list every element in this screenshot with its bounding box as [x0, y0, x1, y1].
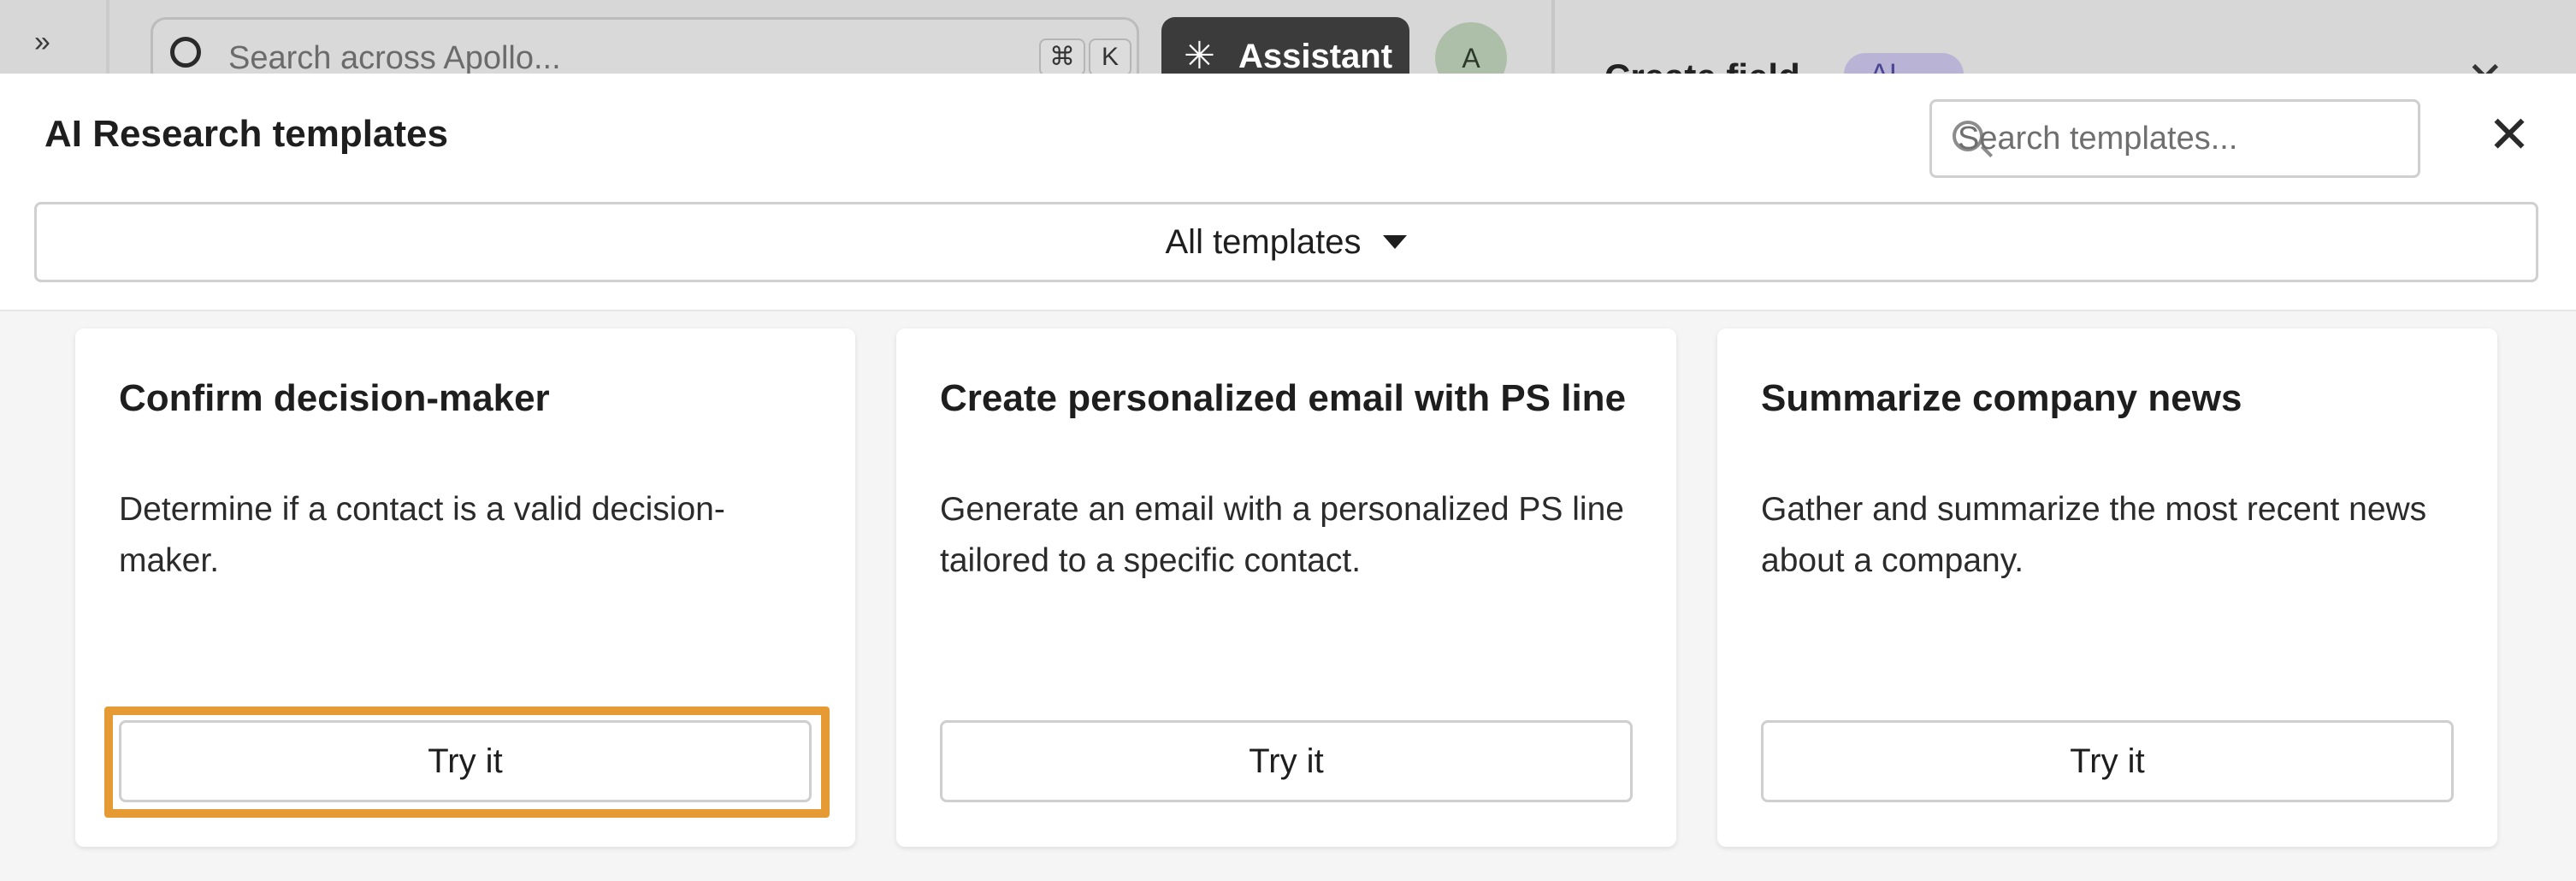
template-search-field[interactable] — [1929, 99, 2420, 178]
template-card-confirm-decision-maker: Confirm decision-maker Determine if a co… — [75, 328, 855, 847]
template-card-summarize-company-news: Summarize company news Gather and summar… — [1717, 328, 2497, 847]
templates-modal: AI Research templates ✕ All templates Co… — [0, 74, 2576, 881]
template-card-personalized-email: Create personalized email with PS line G… — [896, 328, 1676, 847]
close-icon[interactable]: ✕ — [2484, 109, 2535, 161]
card-description: Determine if a contact is a valid decisi… — [119, 491, 725, 579]
dropdown-selected-value: All templates — [1165, 222, 1362, 261]
k-key-hint: K — [1089, 38, 1131, 76]
sidebar-divider — [106, 0, 109, 77]
try-it-button[interactable]: Try it — [119, 720, 812, 802]
try-it-button[interactable]: Try it — [1761, 720, 2454, 802]
assistant-label: Assistant — [1238, 38, 1393, 75]
template-search-input[interactable] — [1958, 102, 2411, 175]
template-category-dropdown[interactable]: All templates — [34, 202, 2538, 282]
global-search-placeholder: Search across Apollo... — [228, 40, 561, 76]
sparkle-icon: ✳ — [1184, 35, 1215, 77]
background-app-header: » Search across Apollo... ⌘ K ✳ Assistan… — [0, 0, 2576, 103]
card-title: Confirm decision-maker — [119, 377, 550, 419]
card-description: Generate an email with a personalized PS… — [940, 491, 1624, 579]
search-icon — [170, 37, 201, 68]
expand-sidebar-icon[interactable]: » — [34, 26, 50, 59]
try-it-button[interactable]: Try it — [940, 720, 1633, 802]
modal-title: AI Research templates — [44, 113, 448, 155]
command-key-icon: ⌘ — [1039, 38, 1085, 76]
card-description: Gather and summarize the most recent new… — [1761, 491, 2427, 579]
modal-header: AI Research templates ✕ All templates — [0, 74, 2576, 311]
panel-divider — [1551, 0, 1555, 77]
card-title: Summarize company news — [1761, 377, 2242, 419]
caret-down-icon — [1383, 235, 1408, 249]
card-title: Create personalized email with PS line — [940, 377, 1627, 419]
app-root: » Search across Apollo... ⌘ K ✳ Assistan… — [0, 0, 2576, 881]
template-card-list: Confirm decision-maker Determine if a co… — [0, 328, 2576, 852]
